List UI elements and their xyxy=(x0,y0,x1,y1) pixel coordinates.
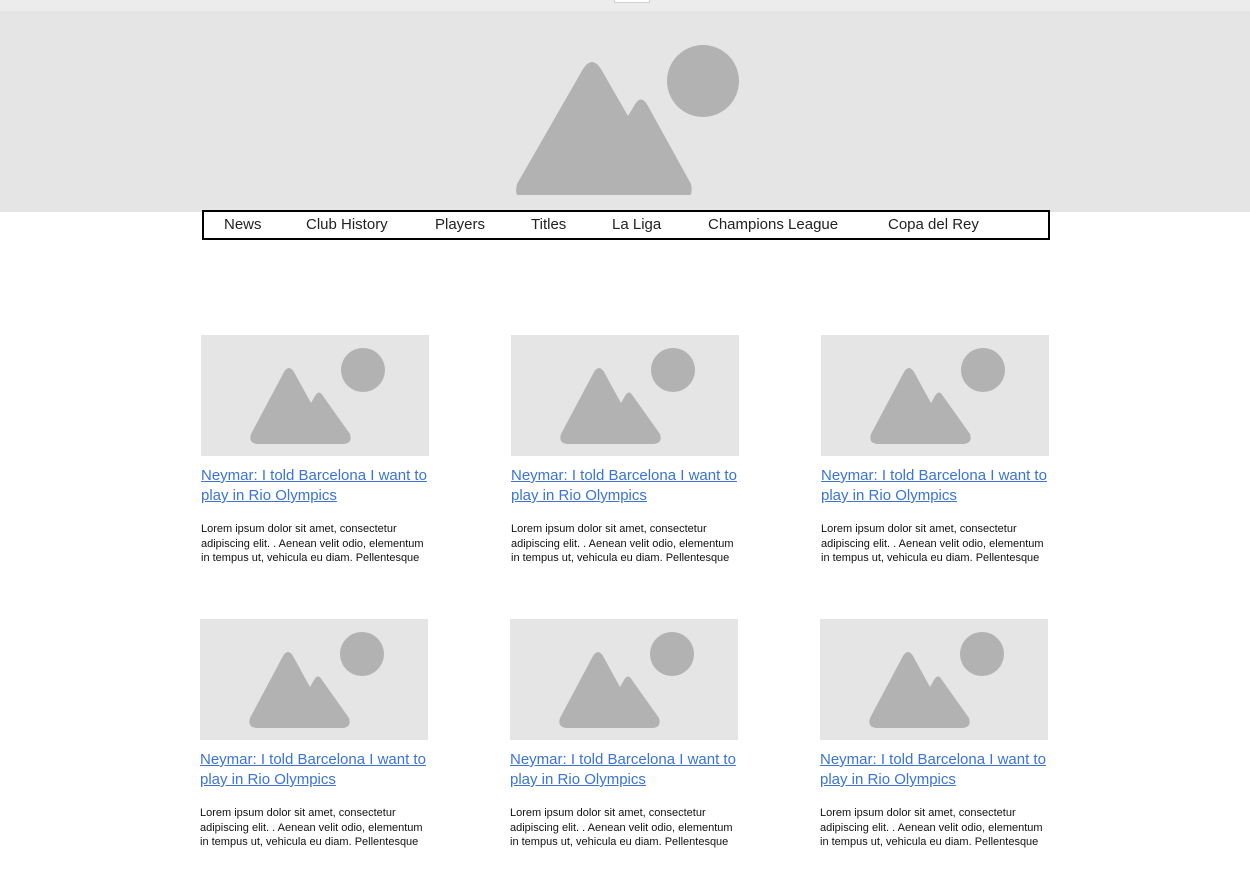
article-excerpt: Lorem ipsum dolor sit amet, consectetur … xyxy=(820,807,1043,848)
article-title-link[interactable]: Neymar: I told Barcelona I want to play … xyxy=(510,750,740,790)
article-thumbnail[interactable] xyxy=(201,335,429,456)
nav-item-players[interactable]: Players xyxy=(435,216,485,233)
image-placeholder-icon xyxy=(516,45,739,195)
image-placeholder-icon xyxy=(869,632,1004,728)
article-thumbnail[interactable] xyxy=(511,335,739,456)
article-title-link[interactable]: Neymar: I told Barcelona I want to play … xyxy=(200,750,430,790)
image-placeholder-icon xyxy=(870,348,1005,444)
article-card: Neymar: I told Barcelona I want to play … xyxy=(821,335,1051,566)
article-excerpt: Lorem ipsum dolor sit amet, consectetur … xyxy=(201,523,424,564)
article-title-link[interactable]: Neymar: I told Barcelona I want to play … xyxy=(511,466,741,506)
image-placeholder-icon xyxy=(249,632,384,728)
image-placeholder-icon xyxy=(559,632,694,728)
article-card: Neymar: I told Barcelona I want to play … xyxy=(511,335,741,566)
article-card: Neymar: I told Barcelona I want to play … xyxy=(201,335,431,566)
article-card: Neymar: I told Barcelona I want to play … xyxy=(820,619,1050,850)
nav-item-copa-del-rey[interactable]: Copa del Rey xyxy=(888,216,979,233)
article-title-link[interactable]: Neymar: I told Barcelona I want to play … xyxy=(201,466,431,506)
main-nav: News Club History Players Titles La Liga… xyxy=(202,210,1050,240)
nav-item-club-history[interactable]: Club History xyxy=(306,216,388,233)
article-thumbnail[interactable] xyxy=(820,619,1048,740)
article-thumbnail[interactable] xyxy=(821,335,1049,456)
nav-item-la-liga[interactable]: La Liga xyxy=(612,216,661,233)
article-card: Neymar: I told Barcelona I want to play … xyxy=(200,619,430,850)
article-excerpt: Lorem ipsum dolor sit amet, consectetur … xyxy=(821,523,1044,564)
article-excerpt: Lorem ipsum dolor sit amet, consectetur … xyxy=(510,807,733,848)
article-title-link[interactable]: Neymar: I told Barcelona I want to play … xyxy=(820,750,1050,790)
top-handle xyxy=(614,0,650,3)
article-excerpt: Lorem ipsum dolor sit amet, consectetur … xyxy=(200,807,423,848)
article-title-link[interactable]: Neymar: I told Barcelona I want to play … xyxy=(821,466,1051,506)
hero-banner xyxy=(0,11,1250,212)
nav-item-titles[interactable]: Titles xyxy=(531,216,566,233)
article-excerpt: Lorem ipsum dolor sit amet, consectetur … xyxy=(511,523,734,564)
article-thumbnail[interactable] xyxy=(200,619,428,740)
nav-item-champions-league[interactable]: Champions League xyxy=(708,216,838,233)
image-placeholder-icon xyxy=(560,348,695,444)
article-card: Neymar: I told Barcelona I want to play … xyxy=(510,619,740,850)
nav-item-news[interactable]: News xyxy=(224,216,262,233)
article-thumbnail[interactable] xyxy=(510,619,738,740)
image-placeholder-icon xyxy=(250,348,385,444)
